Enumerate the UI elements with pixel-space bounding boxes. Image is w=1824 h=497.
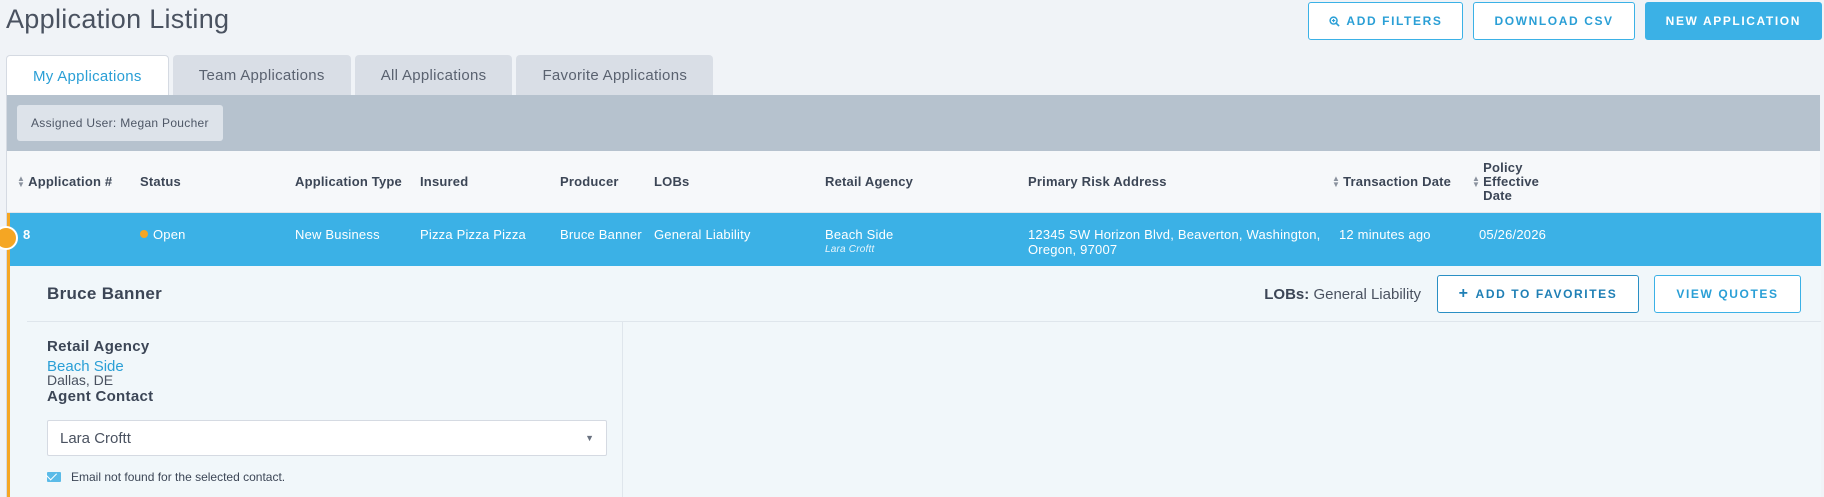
col-application-type: Application Type xyxy=(295,174,402,189)
risk-address-line1: 12345 SW Horizon Blvd, Beaverton, Washin… xyxy=(1028,227,1321,242)
email-not-found-note: Email not found for the selected contact… xyxy=(47,470,285,484)
col-producer: Producer xyxy=(560,174,619,189)
tab-team-applications[interactable]: Team Applications xyxy=(172,55,351,95)
sort-icon: ▲ ▼ xyxy=(1472,174,1481,189)
col-application-number[interactable]: ▲ ▼ Application # xyxy=(17,151,112,213)
retail-agent-name: Lara Croftt xyxy=(825,244,875,255)
col-policy-effective-line2: Effective xyxy=(1483,174,1540,189)
detail-agency-column: Retail Agency Beach Side Dallas, DE Agen… xyxy=(27,322,623,497)
cell-transaction-date: 12 minutes ago xyxy=(1339,227,1431,242)
cell-application-type: New Business xyxy=(295,227,380,242)
col-policy-effective-date[interactable]: ▲ ▼ Policy Effective Date xyxy=(1472,151,1539,213)
retail-agency-label: Retail Agency xyxy=(47,338,150,355)
col-transaction-date[interactable]: ▲ ▼ Transaction Date xyxy=(1332,151,1451,213)
row-detail-panel: Bruce Banner LOBs: General Liability + A… xyxy=(7,266,1821,497)
add-filters-button[interactable]: ADD FILTERS xyxy=(1308,2,1464,40)
col-status: Status xyxy=(140,174,181,189)
detail-header: Bruce Banner LOBs: General Liability + A… xyxy=(27,266,1821,322)
col-transaction-date-label: Transaction Date xyxy=(1343,174,1452,189)
col-policy-effective-line3: Date xyxy=(1483,188,1513,203)
applications-panel: Assigned User: Megan Poucher ▲ ▼ Applicat… xyxy=(6,95,1821,497)
agent-contact-value: Lara Croftt xyxy=(60,429,131,447)
add-to-favorites-button[interactable]: + ADD TO FAVORITES xyxy=(1437,275,1639,313)
risk-address-line2: Oregon, 97007 xyxy=(1028,242,1118,257)
status-text: Open xyxy=(153,227,186,242)
add-to-favorites-label: ADD TO FAVORITES xyxy=(1475,287,1618,301)
plus-icon: + xyxy=(1458,285,1470,302)
cell-lobs: General Liability xyxy=(654,227,751,242)
selected-row-indicator xyxy=(7,213,10,497)
col-application-number-label: Application # xyxy=(28,174,113,189)
email-note-text: Email not found for the selected contact… xyxy=(71,470,286,484)
cell-primary-risk-address: 12345 SW Horizon Blvd, Beaverton, Washin… xyxy=(1028,227,1321,257)
col-insured: Insured xyxy=(420,174,469,189)
tab-favorite-applications[interactable]: Favorite Applications xyxy=(516,55,714,95)
view-quotes-label: VIEW QUOTES xyxy=(1676,287,1779,301)
top-actions: ADD FILTERS DOWNLOAD CSV NEW APPLICATION xyxy=(1308,2,1822,40)
new-application-label: NEW APPLICATION xyxy=(1665,14,1801,28)
table-header: ▲ ▼ Application # Status Application Type… xyxy=(7,151,1820,213)
cell-status: Open xyxy=(140,227,186,242)
cell-retail-agency: Beach Side Lara Croftt xyxy=(825,227,894,257)
detail-actions: + ADD TO FAVORITES VIEW QUOTES xyxy=(1437,275,1801,313)
producer-name: Bruce Banner xyxy=(47,284,163,303)
assigned-user-filter-chip[interactable]: Assigned User: Megan Poucher xyxy=(17,105,223,141)
detail-lobs-label: LOBs: xyxy=(1264,286,1310,303)
search-plus-icon xyxy=(1329,15,1341,27)
retail-agency-location: Dallas, DE xyxy=(47,372,114,388)
cell-producer: Bruce Banner xyxy=(560,227,642,242)
view-quotes-button[interactable]: VIEW QUOTES xyxy=(1654,275,1801,313)
agent-contact-select[interactable]: Lara Croftt ▼ xyxy=(47,420,607,456)
page-title: Application Listing xyxy=(6,4,230,34)
download-csv-label: DOWNLOAD CSV xyxy=(1494,14,1614,28)
download-csv-button[interactable]: DOWNLOAD CSV xyxy=(1473,2,1635,40)
sort-icon: ▲ ▼ xyxy=(17,174,26,189)
col-policy-effective-date-label: Policy Effective Date xyxy=(1483,161,1539,203)
detail-lobs: LOBs: General Liability xyxy=(1264,286,1421,303)
tab-all-applications[interactable]: All Applications xyxy=(354,55,513,95)
col-lobs: LOBs xyxy=(654,174,690,189)
cell-insured: Pizza Pizza Pizza xyxy=(420,227,526,242)
tab-my-applications[interactable]: My Applications xyxy=(6,55,169,96)
new-application-button[interactable]: NEW APPLICATION xyxy=(1644,2,1822,40)
agent-contact-label: Agent Contact xyxy=(47,388,154,405)
col-retail-agency: Retail Agency xyxy=(825,174,914,189)
retail-agency-name: Beach Side xyxy=(825,227,894,242)
col-policy-effective-line1: Policy xyxy=(1483,160,1523,175)
cell-application-number: 8 xyxy=(23,227,31,242)
chevron-down-icon: ▼ xyxy=(585,433,594,443)
add-filters-label: ADD FILTERS xyxy=(1346,14,1443,28)
application-tabs: My Applications Team Applications All Ap… xyxy=(6,55,714,96)
table-row[interactable]: 8 Open New Business Pizza Pizza Pizza Br… xyxy=(7,213,1821,266)
cell-policy-effective-date: 05/26/2026 xyxy=(1479,227,1547,242)
sort-icon: ▲ ▼ xyxy=(1332,174,1341,189)
envelope-icon xyxy=(47,472,61,482)
filter-bar: Assigned User: Megan Poucher xyxy=(7,95,1820,151)
status-dot-icon xyxy=(140,230,148,238)
col-primary-risk-address: Primary Risk Address xyxy=(1028,174,1167,189)
detail-lobs-value: General Liability xyxy=(1313,286,1421,303)
